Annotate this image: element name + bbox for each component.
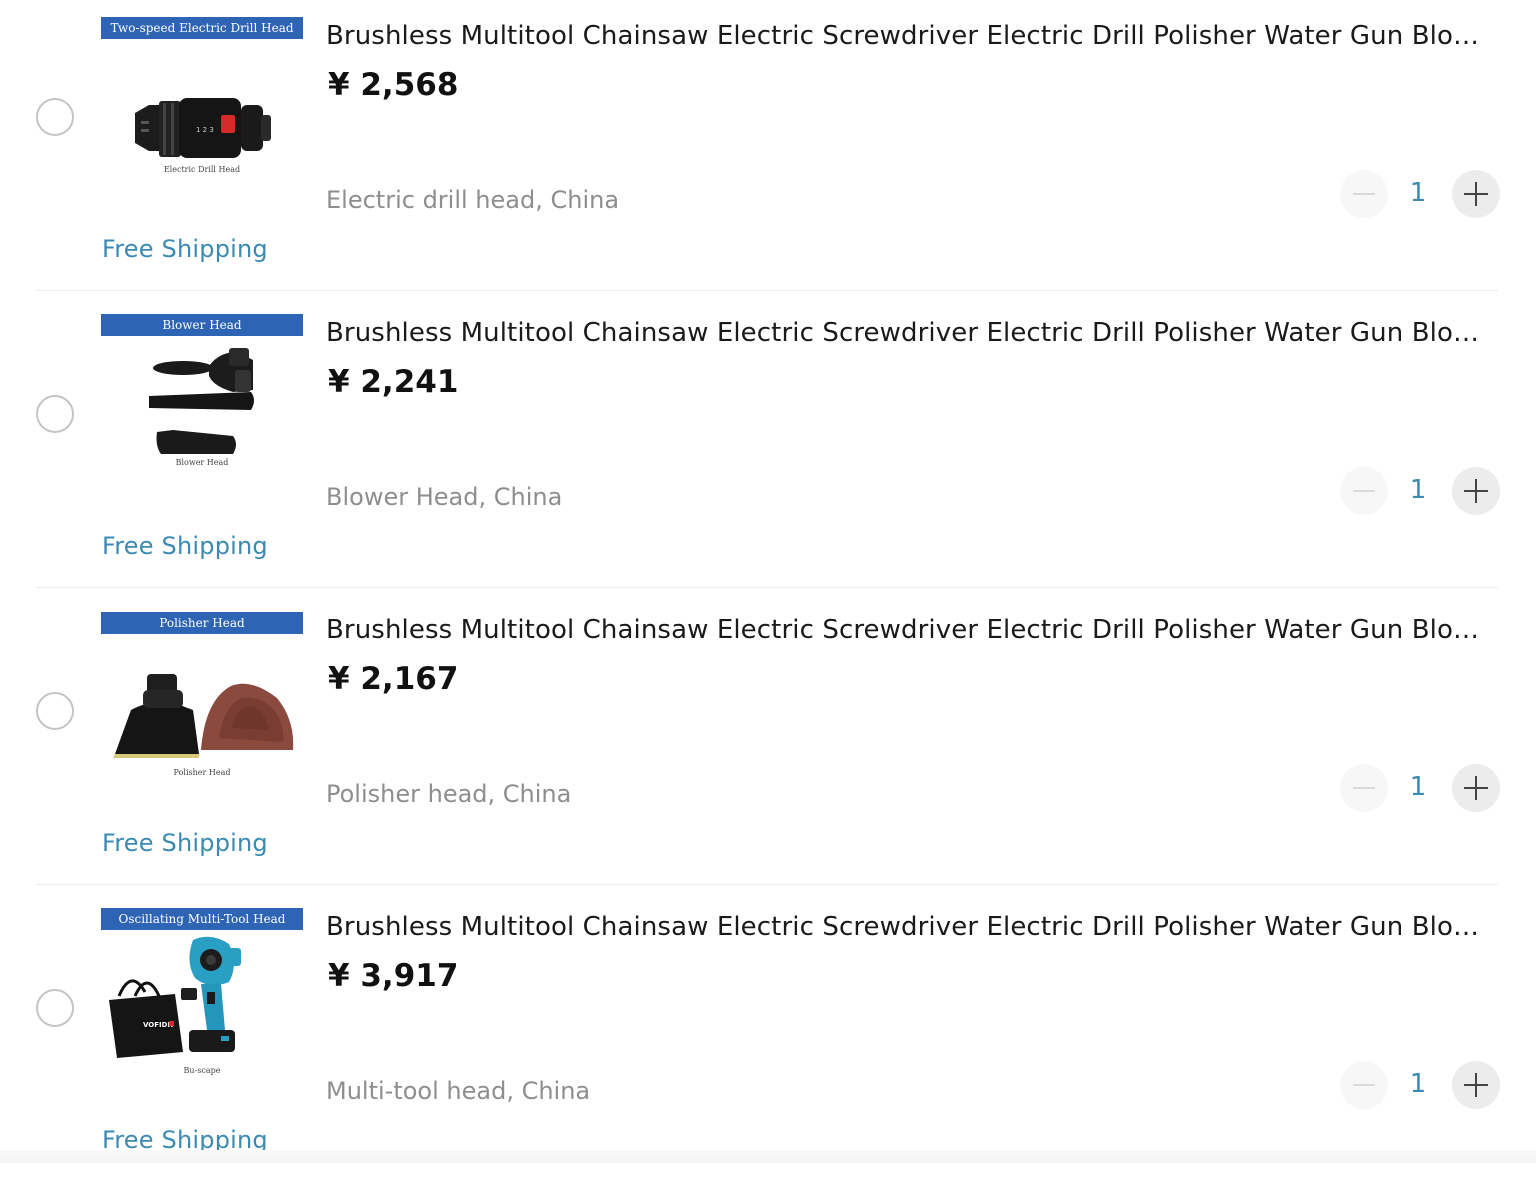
svg-text:1 2 3: 1 2 3 <box>196 126 214 134</box>
thumbnail-banner: Blower Head <box>101 314 303 336</box>
item-divider <box>36 884 1498 885</box>
decrease-quantity-button[interactable] <box>1340 764 1388 812</box>
free-shipping-label: Free Shipping <box>102 235 268 263</box>
thumbnail-caption: Blower Head <box>175 458 229 467</box>
thumbnail-caption: Bu-scape <box>183 1066 221 1075</box>
select-item-radio[interactable] <box>36 98 74 136</box>
product-thumbnail[interactable]: Blower Head Blower Head <box>101 314 303 492</box>
cart-item: Two-speed Electric Drill Head 1 2 3 Elec… <box>0 0 1536 297</box>
product-variant: Multi-tool head, China <box>326 1077 591 1105</box>
minus-icon <box>1353 490 1375 492</box>
product-title[interactable]: Brushless Multitool Chainsaw Electric Sc… <box>326 21 1486 51</box>
drill-head-image: 1 2 3 <box>135 98 271 158</box>
product-variant: Polisher head, China <box>326 780 572 808</box>
plus-icon <box>1464 479 1488 503</box>
free-shipping-label: Free Shipping <box>102 829 268 857</box>
product-title[interactable]: Brushless Multitool Chainsaw Electric Sc… <box>326 318 1486 348</box>
free-shipping-label: Free Shipping <box>102 532 268 560</box>
decrease-quantity-button[interactable] <box>1340 1061 1388 1109</box>
multi-tool-kit-image: VOFIDR <box>109 936 241 1058</box>
product-thumbnail[interactable]: Oscillating Multi-Tool Head VOFIDR Bu-sc… <box>101 908 303 1086</box>
quantity-value[interactable]: 1 <box>1394 772 1442 802</box>
cart-item: Blower Head Blower Head Brushless Multit… <box>0 297 1536 594</box>
increase-quantity-button[interactable] <box>1452 170 1500 218</box>
item-divider <box>36 290 1498 291</box>
quantity-value[interactable]: 1 <box>1394 1069 1442 1099</box>
product-thumbnail[interactable]: Polisher Head Polisher Head <box>101 612 303 790</box>
polisher-head-image <box>113 674 294 758</box>
product-title[interactable]: Brushless Multitool Chainsaw Electric Sc… <box>326 615 1486 645</box>
product-price: ¥ 2,167 <box>328 661 459 697</box>
bottom-bar-edge <box>0 1150 1536 1163</box>
product-price: ¥ 3,917 <box>328 958 459 994</box>
plus-icon <box>1464 776 1488 800</box>
thumbnail-caption: Polisher Head <box>173 768 231 777</box>
select-item-radio[interactable] <box>36 395 74 433</box>
decrease-quantity-button[interactable] <box>1340 170 1388 218</box>
increase-quantity-button[interactable] <box>1452 467 1500 515</box>
cart-item: Polisher Head Polisher Head Brushless Mu… <box>0 594 1536 891</box>
product-price: ¥ 2,241 <box>328 364 459 400</box>
blower-head-image <box>149 348 254 454</box>
item-divider <box>36 587 1498 588</box>
minus-icon <box>1353 193 1375 195</box>
product-thumbnail[interactable]: Two-speed Electric Drill Head 1 2 3 Elec… <box>101 17 303 195</box>
cart-item: Oscillating Multi-Tool Head VOFIDR Bu-sc… <box>0 891 1536 1188</box>
thumbnail-banner: Polisher Head <box>101 612 303 634</box>
plus-icon <box>1464 182 1488 206</box>
increase-quantity-button[interactable] <box>1452 764 1500 812</box>
quantity-value[interactable]: 1 <box>1394 475 1442 505</box>
thumbnail-caption: Electric Drill Head <box>163 165 241 174</box>
thumbnail-banner: Two-speed Electric Drill Head <box>101 17 303 39</box>
select-item-radio[interactable] <box>36 692 74 730</box>
decrease-quantity-button[interactable] <box>1340 467 1388 515</box>
product-price: ¥ 2,568 <box>328 67 459 103</box>
product-variant: Electric drill head, China <box>326 186 620 214</box>
bag-brand-text: VOFIDR <box>143 1021 173 1029</box>
minus-icon <box>1353 787 1375 789</box>
product-title[interactable]: Brushless Multitool Chainsaw Electric Sc… <box>326 912 1486 942</box>
minus-icon <box>1353 1084 1375 1086</box>
quantity-value[interactable]: 1 <box>1394 178 1442 208</box>
plus-icon <box>1464 1073 1488 1097</box>
increase-quantity-button[interactable] <box>1452 1061 1500 1109</box>
thumbnail-banner: Oscillating Multi-Tool Head <box>101 908 303 930</box>
product-variant: Blower Head, China <box>326 483 563 511</box>
select-item-radio[interactable] <box>36 989 74 1027</box>
